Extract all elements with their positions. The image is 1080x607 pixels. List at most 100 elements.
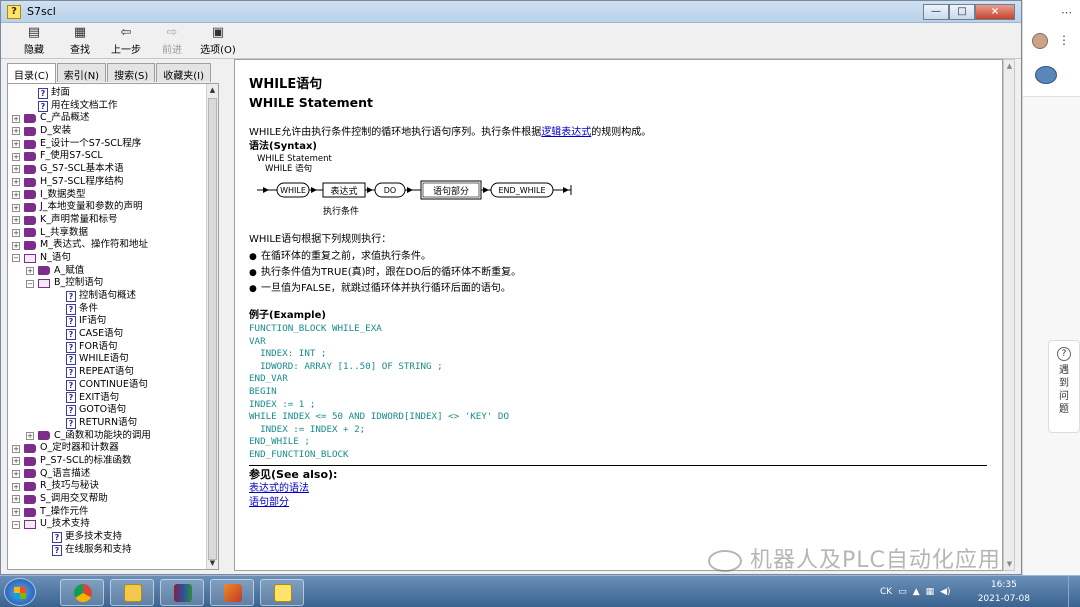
minimize-button[interactable]: — bbox=[923, 4, 949, 20]
expand-icon[interactable]: + bbox=[12, 114, 20, 123]
tree-item[interactable]: ? REPEAT语句 bbox=[12, 366, 218, 379]
scroll-up-arrow-icon[interactable]: ▲ bbox=[207, 84, 218, 96]
tree-item[interactable]: + M_表达式、操作符和地址 bbox=[12, 239, 218, 252]
forward-button[interactable]: ⇨ 前进 bbox=[151, 25, 193, 56]
options-button[interactable]: ▣ 选项(O) bbox=[197, 25, 239, 56]
find-button[interactable]: ▦ 查找 bbox=[59, 25, 101, 56]
taskbar-chrome[interactable] bbox=[60, 579, 104, 606]
hide-button[interactable]: ▤ 隐藏 bbox=[13, 25, 55, 56]
tree-item[interactable]: + H_S7-SCL程序结构 bbox=[12, 176, 218, 189]
tree-item[interactable]: + J_本地变量和参数的声明 bbox=[12, 201, 218, 214]
avatar-secondary[interactable] bbox=[1035, 66, 1057, 84]
collapse-icon[interactable]: − bbox=[12, 254, 20, 263]
expand-icon[interactable]: + bbox=[12, 190, 20, 199]
tree-item[interactable]: + S_调用交叉帮助 bbox=[12, 493, 218, 506]
help-feedback-button[interactable]: ? 遇到问题 bbox=[1048, 340, 1080, 433]
volume-icon[interactable]: ◀) bbox=[940, 587, 950, 597]
expand-icon[interactable]: + bbox=[12, 165, 20, 174]
tree-item[interactable]: + P_S7-SCL的标准函数 bbox=[12, 455, 218, 468]
tree-item[interactable]: + E_设计一个S7-SCL程序 bbox=[12, 138, 218, 151]
tab-search[interactable]: 搜索(S) bbox=[107, 63, 156, 82]
scroll-down-arrow-icon[interactable]: ▼ bbox=[207, 557, 218, 569]
tree-item[interactable]: − U_技术支持 bbox=[12, 518, 218, 531]
expand-icon[interactable]: + bbox=[12, 178, 20, 187]
tree-item[interactable]: + D_安装 bbox=[12, 125, 218, 138]
tree-item[interactable]: + F_使用S7-SCL bbox=[12, 150, 218, 163]
tab-favorites[interactable]: 收藏夹(I) bbox=[156, 63, 212, 82]
expand-icon[interactable]: + bbox=[12, 508, 20, 517]
taskbar-archive[interactable] bbox=[160, 579, 204, 606]
maximize-button[interactable]: □ bbox=[949, 4, 975, 20]
tree-item[interactable]: + Q_语言描述 bbox=[12, 468, 218, 481]
tree-item[interactable]: ? CASE语句 bbox=[12, 328, 218, 341]
tree-item[interactable]: ? 在线服务和支持 bbox=[12, 544, 218, 557]
close-button[interactable]: × bbox=[975, 4, 1015, 20]
tree-item[interactable]: ? WHILE语句 bbox=[12, 353, 218, 366]
tab-contents[interactable]: 目录(C) bbox=[7, 63, 56, 83]
content-scroll-down-icon[interactable]: ▼ bbox=[1004, 560, 1015, 568]
more-dots-icon[interactable]: ⋯ bbox=[1061, 6, 1072, 19]
tree-item[interactable]: + C_函数和功能块的调用 bbox=[12, 430, 218, 443]
expand-icon[interactable]: + bbox=[12, 457, 20, 466]
tree-item[interactable]: + L_共享数据 bbox=[12, 227, 218, 240]
tree-item[interactable]: + O_定时器和计数器 bbox=[12, 442, 218, 455]
tree-item[interactable]: ? EXIT语句 bbox=[12, 392, 218, 405]
tree-item[interactable]: ? IF语句 bbox=[12, 315, 218, 328]
see-also-link-statement-section[interactable]: 语句部分 bbox=[249, 497, 289, 508]
logic-expression-link[interactable]: 逻辑表达式 bbox=[541, 127, 591, 138]
tree-item[interactable]: ? 条件 bbox=[12, 303, 218, 316]
tree-item[interactable]: ? 控制语句概述 bbox=[12, 290, 218, 303]
tray-expand-icon[interactable]: ▲ bbox=[913, 587, 920, 597]
content-scroll-up-icon[interactable]: ▲ bbox=[1004, 62, 1015, 70]
expand-icon[interactable]: + bbox=[12, 444, 20, 453]
expand-icon[interactable]: + bbox=[12, 495, 20, 504]
tree-item[interactable]: ? 用在线文档工作 bbox=[12, 100, 218, 113]
tree-item[interactable]: + T_操作元件 bbox=[12, 506, 218, 519]
expand-icon[interactable]: + bbox=[12, 216, 20, 225]
toolbar: ▤ 隐藏 ▦ 查找 ⇦ 上一步 ⇨ 前进 ▣ 选项(O) bbox=[1, 23, 1021, 59]
scroll-thumb[interactable] bbox=[208, 98, 217, 560]
keyboard-icon[interactable]: ▭ bbox=[898, 587, 907, 597]
expand-icon[interactable]: + bbox=[12, 469, 20, 478]
collapse-icon[interactable]: − bbox=[26, 279, 34, 288]
expand-icon[interactable]: + bbox=[12, 140, 20, 149]
expand-icon[interactable]: + bbox=[26, 431, 34, 440]
clock[interactable]: 16:35 2021-07-08 bbox=[978, 578, 1030, 606]
network-icon[interactable]: ▦ bbox=[926, 587, 935, 597]
tree-item[interactable]: + K_声明常量和标号 bbox=[12, 214, 218, 227]
language-indicator[interactable]: CK bbox=[880, 587, 892, 597]
start-button[interactable] bbox=[4, 578, 36, 606]
expand-icon[interactable]: + bbox=[12, 482, 20, 491]
tree-item[interactable]: ? GOTO语句 bbox=[12, 404, 218, 417]
tree-item[interactable]: + A_赋值 bbox=[12, 265, 218, 278]
expand-icon[interactable]: + bbox=[12, 203, 20, 212]
tree-item[interactable]: ? FOR语句 bbox=[12, 341, 218, 354]
tree-scrollbar[interactable]: ▲ ▼ bbox=[206, 84, 218, 569]
content-scrollbar[interactable]: ▲ ▼ bbox=[1003, 59, 1015, 571]
menu-kebab-icon[interactable]: ⋮ bbox=[1058, 33, 1070, 47]
expand-icon[interactable]: + bbox=[12, 152, 20, 161]
expand-icon[interactable]: + bbox=[12, 127, 20, 136]
tree-item[interactable]: − N_语句 bbox=[12, 252, 218, 265]
tree-item[interactable]: − B_控制语句 bbox=[12, 277, 218, 290]
tree-item[interactable]: ? 封面 bbox=[12, 87, 218, 100]
tree-item[interactable]: ? CONTINUE语句 bbox=[12, 379, 218, 392]
expand-icon[interactable]: + bbox=[12, 241, 20, 250]
show-desktop-button[interactable] bbox=[1068, 576, 1080, 607]
tree-item[interactable]: ? RETURN语句 bbox=[12, 417, 218, 430]
expand-icon[interactable]: + bbox=[12, 228, 20, 237]
see-also-link-expression-syntax[interactable]: 表达式的语法 bbox=[249, 483, 309, 494]
tree-item[interactable]: + R_技巧与秘诀 bbox=[12, 480, 218, 493]
collapse-icon[interactable]: − bbox=[12, 520, 20, 529]
tree-item[interactable]: + I_数据类型 bbox=[12, 189, 218, 202]
taskbar-explorer[interactable] bbox=[110, 579, 154, 606]
tab-index[interactable]: 索引(N) bbox=[56, 63, 107, 82]
back-button[interactable]: ⇦ 上一步 bbox=[105, 25, 147, 56]
taskbar-help[interactable] bbox=[260, 579, 304, 606]
taskbar-matlab[interactable] bbox=[210, 579, 254, 606]
expand-icon[interactable]: + bbox=[26, 266, 34, 275]
tree-item[interactable]: + C_产品概述 bbox=[12, 112, 218, 125]
tree-item[interactable]: + G_S7-SCL基本术语 bbox=[12, 163, 218, 176]
avatar[interactable] bbox=[1032, 33, 1048, 49]
tree-item[interactable]: ? 更多技术支持 bbox=[12, 531, 218, 544]
